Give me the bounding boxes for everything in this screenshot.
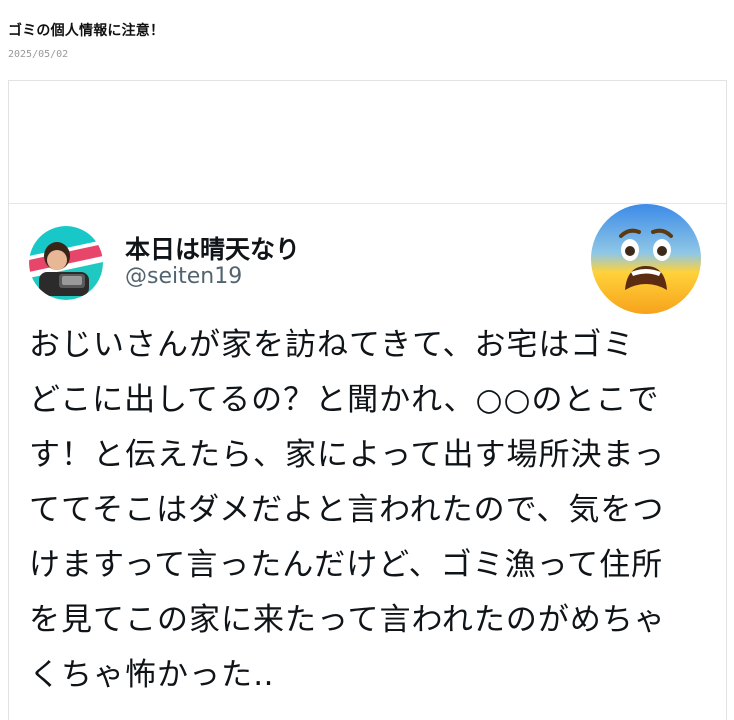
tweet-embed[interactable]: 本日は晴天なり @seiten19 おじいさんが家を訪ねてきて、お宅はゴミ どこ…: [8, 80, 727, 720]
fearful-face-emoji-icon: [587, 200, 705, 318]
article-title[interactable]: ゴミの個人情報に注意！: [8, 20, 164, 40]
tweet-text: おじいさんが家を訪ねてきて、お宅はゴミ どこに出してるの？と聞かれ、○○のとこで…: [29, 327, 666, 693]
tweet-display-name[interactable]: 本日は晴天なり: [125, 230, 300, 266]
article-date: 2025/05/02: [8, 49, 69, 60]
avatar[interactable]: [29, 226, 103, 300]
tweet-handle[interactable]: @seiten19: [125, 264, 242, 289]
blog-page: ゴミの個人情報に注意！ 2025/05/02 本日は晴天なり @seiten19…: [0, 0, 734, 720]
embed-blank-header: [9, 81, 726, 204]
